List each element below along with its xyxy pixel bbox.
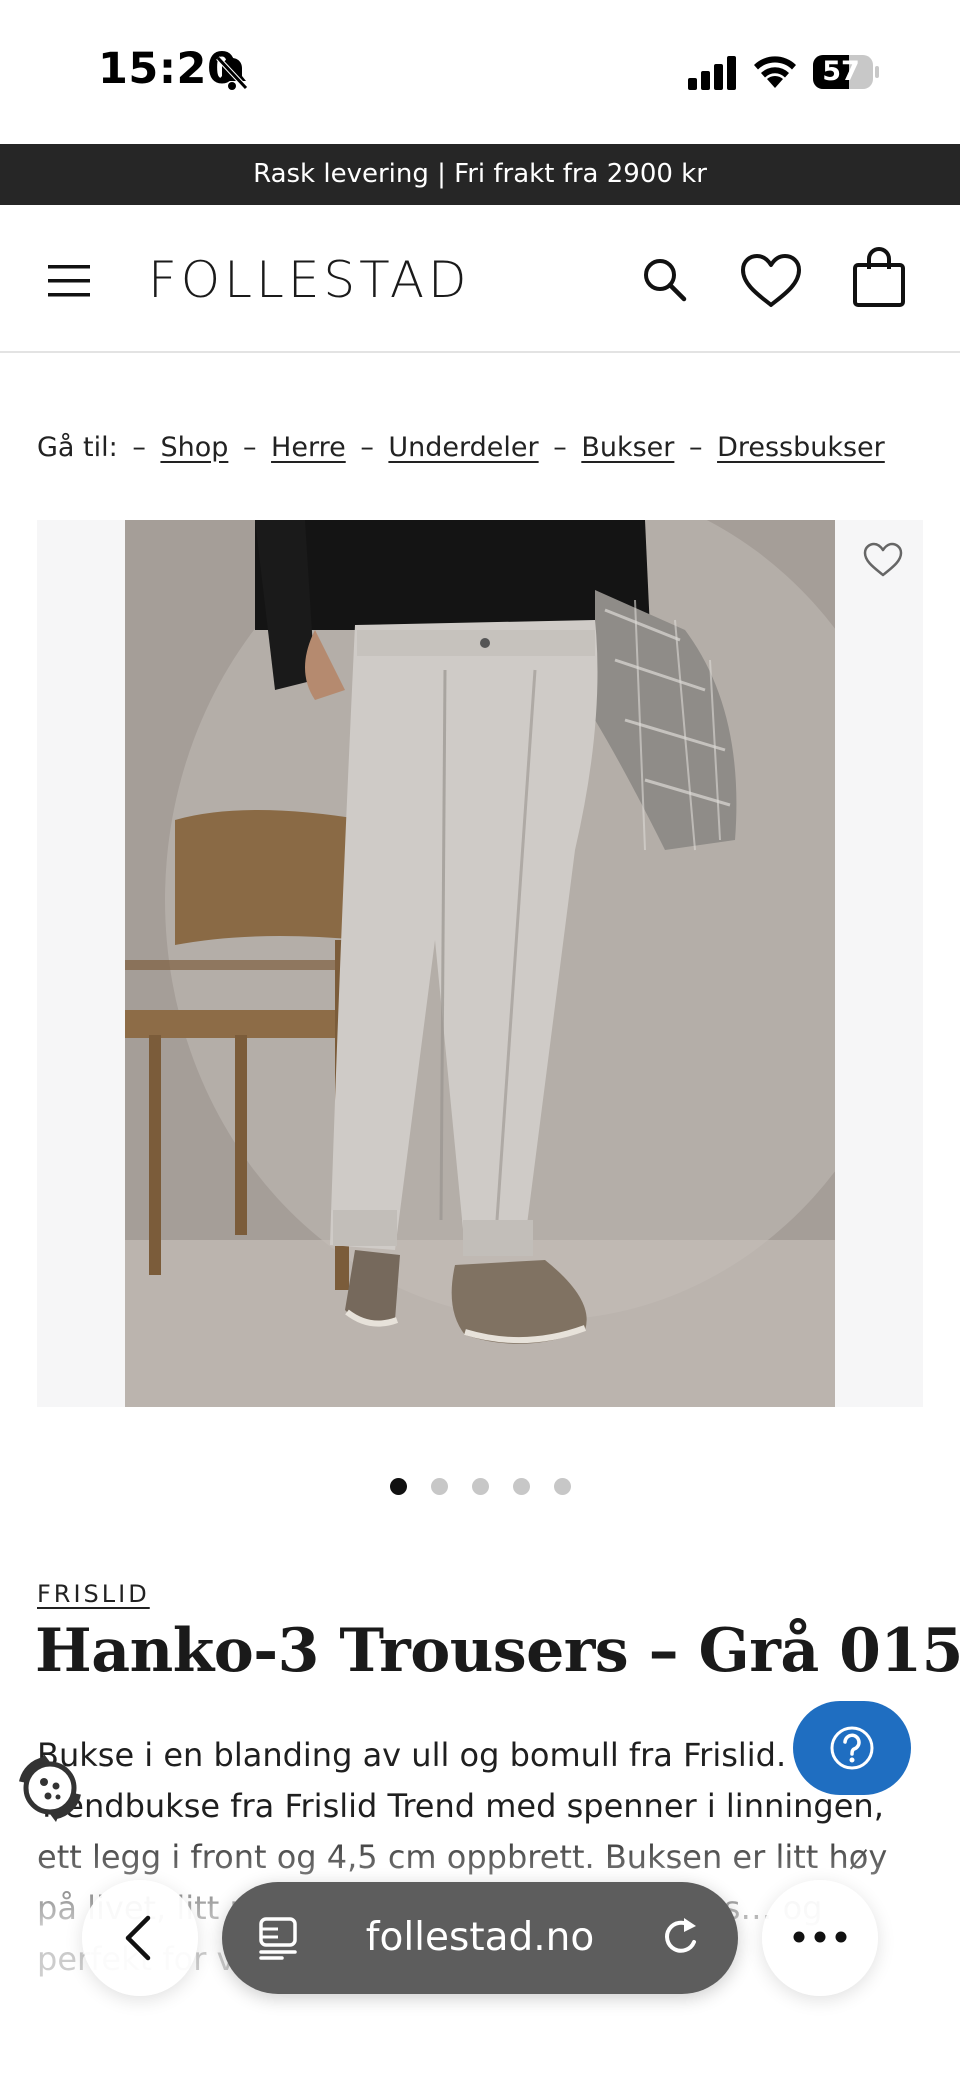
wifi-icon <box>754 56 796 88</box>
product-title: Hanko-3 Trousers – Grå 015 <box>35 1616 960 1686</box>
breadcrumb-link-shop[interactable]: Shop <box>160 432 228 463</box>
product-photo-illustration <box>125 520 835 1407</box>
product-photo[interactable] <box>125 520 835 1407</box>
breadcrumb-separator: – <box>242 432 257 463</box>
ellipsis-icon <box>793 1931 847 1943</box>
browser-back-button[interactable] <box>82 1880 198 1996</box>
shopping-bag-icon[interactable] <box>852 247 906 307</box>
breadcrumb: Gå til: – Shop – Herre – Underdeler – Bu… <box>37 432 885 463</box>
cookie-icon[interactable] <box>14 1752 86 1824</box>
cellular-signal-icon <box>688 56 736 90</box>
battery-level: 57 <box>822 56 860 87</box>
pagination-dot[interactable] <box>471 1478 489 1495</box>
site-header: FOLLESTAD <box>0 205 960 353</box>
gallery-pagination <box>0 1478 960 1498</box>
breadcrumb-separator: – <box>688 432 703 463</box>
breadcrumb-link-bukser[interactable]: Bukser <box>581 432 674 463</box>
search-icon[interactable] <box>642 257 688 303</box>
breadcrumb-separator: – <box>553 432 567 463</box>
product-gallery[interactable] <box>37 520 923 1407</box>
breadcrumb-separator: – <box>132 432 146 463</box>
reload-icon[interactable] <box>660 1916 704 1960</box>
breadcrumb-link-dressbukser[interactable]: Dressbukser <box>717 432 885 463</box>
pagination-dot-active[interactable] <box>389 1478 407 1495</box>
browser-url-bar[interactable]: follestad.no <box>222 1882 738 1994</box>
breadcrumb-link-herre[interactable]: Herre <box>271 432 346 463</box>
pagination-dot[interactable] <box>553 1478 571 1495</box>
breadcrumb-separator: – <box>360 432 374 463</box>
hamburger-menu-icon[interactable] <box>48 263 92 299</box>
pagination-dot[interactable] <box>430 1478 448 1495</box>
chevron-left-icon <box>125 1915 151 1961</box>
question-mark-icon <box>830 1726 874 1770</box>
tabs-icon[interactable] <box>258 1916 300 1960</box>
help-chat-button[interactable] <box>793 1701 911 1795</box>
browser-more-button[interactable] <box>762 1880 878 1996</box>
heart-icon[interactable] <box>740 253 802 309</box>
site-logo[interactable]: FOLLESTAD <box>148 251 471 309</box>
promo-banner: Rask levering | Fri frakt fra 2900 kr <box>0 144 960 205</box>
product-brand-link[interactable]: FRISLID <box>37 1580 150 1608</box>
wishlist-heart-icon[interactable] <box>863 542 903 578</box>
bell-muted-icon <box>216 56 248 90</box>
status-bar: 15:20 57 <box>0 0 960 144</box>
pagination-dot[interactable] <box>512 1478 530 1495</box>
breadcrumb-prefix: Gå til: <box>37 432 118 463</box>
breadcrumb-link-underdeler[interactable]: Underdeler <box>388 432 538 463</box>
